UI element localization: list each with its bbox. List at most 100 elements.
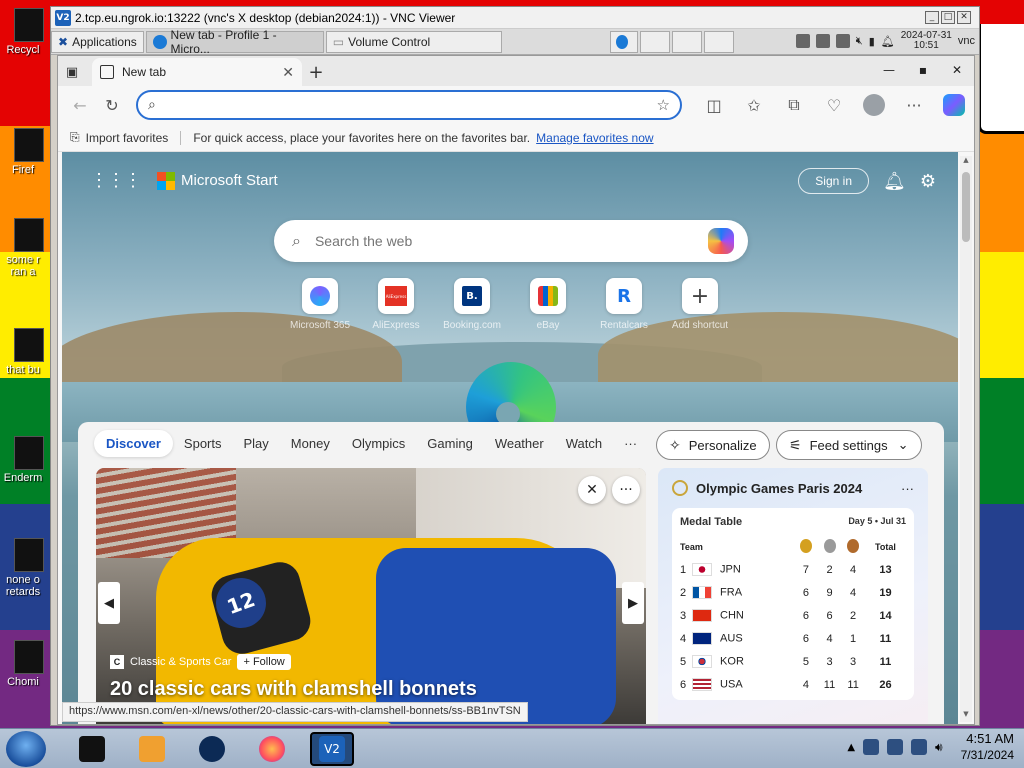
feed-tab-olympics[interactable]: Olympics [341, 430, 416, 457]
table-row[interactable]: 5 KOR 5 3 3 11 [680, 650, 906, 673]
copilot-button[interactable] [934, 90, 974, 120]
scroll-down-arrow-icon[interactable]: ▼ [960, 710, 972, 722]
vnc-close-button[interactable]: ✕ [957, 11, 971, 24]
taskbar-app-1[interactable] [70, 732, 114, 766]
back-button[interactable]: ← [64, 90, 96, 120]
shortcut-ebay[interactable]: eBay [510, 278, 586, 331]
tab-actions-icon[interactable]: ▣ [58, 58, 86, 86]
host-clock[interactable]: 4:51 AM 7/31/2024 [961, 731, 1014, 763]
desktop-icon-file-3[interactable]: none o retards [0, 538, 46, 598]
feed-settings-button[interactable]: ⚟ Feed settings ⌄ [776, 430, 922, 460]
page-scrollbar[interactable]: ▲ ▼ [960, 156, 972, 722]
hero-more-options-icon[interactable]: ··· [612, 476, 640, 504]
feed-tab-play[interactable]: Play [233, 430, 280, 457]
carousel-prev-arrow-icon[interactable]: ◀ [98, 582, 120, 624]
refresh-button[interactable]: ↻ [96, 90, 128, 120]
desktop-icon-firefox[interactable]: Firef [0, 128, 46, 176]
taskbar-app-3[interactable] [190, 732, 234, 766]
table-row[interactable]: 2 FRA 6 9 4 19 [680, 581, 906, 604]
table-row[interactable]: 3 CHN 6 6 2 14 [680, 604, 906, 627]
network-icon[interactable] [795, 34, 810, 48]
remote-task-volume[interactable]: ▭ Volume Control [325, 30, 502, 53]
taskbar-firefox[interactable] [250, 732, 294, 766]
address-bar[interactable]: ⌕ ☆ [136, 90, 682, 120]
remote-user-name[interactable]: vnc [958, 35, 975, 47]
hero-article-card[interactable]: 12 ✕ ··· ◀ ▶ C Classic & Sports Car + Fo… [96, 468, 646, 724]
vnc-titlebar[interactable]: V2 2.tcp.eu.ngrok.io:13222 (vnc's X desk… [51, 7, 979, 29]
show-hidden-icons-icon[interactable]: ▲ [847, 742, 855, 753]
follow-button[interactable]: + Follow [237, 654, 291, 670]
tab-close-icon[interactable]: ✕ [282, 64, 294, 81]
remote-workspace-1[interactable] [639, 30, 670, 53]
address-input[interactable] [163, 97, 657, 113]
ms-start-brand[interactable]: Microsoft Start [181, 172, 278, 189]
feed-tab-sports[interactable]: Sports [173, 430, 233, 457]
hero-source-name[interactable]: Classic & Sports Car [130, 656, 231, 668]
new-tab-button[interactable]: + [302, 58, 330, 86]
feed-tab-more[interactable]: ··· [613, 430, 648, 457]
collections-icon[interactable]: ⧉ [774, 90, 814, 120]
desktop-icon-recycle-bin[interactable]: Recycl [0, 8, 46, 56]
taskbar-media-player[interactable] [130, 732, 174, 766]
taskbar-vnc-viewer[interactable]: V2 [310, 731, 354, 766]
feed-tab-gaming[interactable]: Gaming [416, 430, 484, 457]
feed-tab-watch[interactable]: Watch [555, 430, 613, 457]
web-search-input[interactable] [314, 233, 708, 249]
hero-title[interactable]: 20 classic cars with clamshell bonnets [110, 678, 477, 701]
tray-app-icon[interactable] [863, 739, 880, 755]
shortcut-booking[interactable]: B. Booking.com [434, 278, 510, 331]
favorites-icon[interactable]: ✩ [734, 90, 774, 120]
vnc-minimize-button[interactable]: _ [925, 11, 939, 24]
tab-new-tab[interactable]: New tab ✕ [92, 58, 302, 86]
vnc-maximize-button[interactable]: □ [941, 11, 955, 24]
desktop-icon-file-1[interactable]: some r ran a [0, 218, 46, 278]
olympics-more-options-icon[interactable]: ··· [901, 481, 914, 496]
volume-icon[interactable]: 🔊︎ [935, 740, 943, 755]
display-icon[interactable] [911, 739, 928, 755]
add-favorite-icon[interactable]: ☆ [657, 96, 670, 114]
notifications-bell-icon[interactable]: 🔔︎ [883, 171, 906, 192]
shortcut-microsoft-365[interactable]: Microsoft 365 [282, 278, 358, 331]
table-row[interactable]: 6 USA 4 11 11 26 [680, 673, 906, 696]
remote-workspace-3[interactable] [703, 30, 734, 53]
olympics-card-title[interactable]: Olympic Games Paris 2024 [696, 481, 862, 496]
desktop-icon-chomi[interactable]: Chomi [0, 640, 46, 688]
remote-workspace-2[interactable] [671, 30, 702, 53]
browser-maximize-button[interactable]: ▪ [906, 56, 940, 84]
remote-applications-menu[interactable]: ✖ Applications [51, 30, 144, 53]
settings-more-icon[interactable]: ··· [894, 90, 934, 120]
table-row[interactable]: 1 JPN 7 2 4 13 [680, 558, 906, 581]
scroll-up-arrow-icon[interactable]: ▲ [960, 156, 972, 168]
web-search-box[interactable]: ⌕ [274, 220, 748, 262]
split-screen-icon[interactable]: ◫ [694, 90, 734, 120]
feed-tab-money[interactable]: Money [280, 430, 341, 457]
battery-icon[interactable]: ▮ [869, 35, 875, 48]
table-row[interactable]: 4 AUS 6 4 1 11 [680, 627, 906, 650]
remote-clock[interactable]: 2024-07-31 10:51 [901, 31, 952, 51]
browser-essentials-icon[interactable]: ♡ [814, 90, 854, 120]
hero-dismiss-close-icon[interactable]: ✕ [578, 476, 606, 504]
feed-tab-discover[interactable]: Discover [94, 430, 173, 457]
feed-tab-weather[interactable]: Weather [484, 430, 555, 457]
browser-close-button[interactable]: ✕ [940, 56, 974, 84]
page-settings-gear-icon[interactable]: ⚙ [920, 171, 936, 192]
browser-minimize-button[interactable]: — [872, 56, 906, 84]
medal-table-card[interactable]: Medal Table Day 5 • Jul 31 Team Total 1 … [672, 508, 914, 700]
manage-favorites-link[interactable]: Manage favorites now [536, 131, 653, 145]
carousel-next-arrow-icon[interactable]: ▶ [622, 582, 644, 624]
bell-icon[interactable]: 🔔︎ [881, 35, 895, 48]
start-button[interactable] [6, 730, 46, 767]
shortcut-rentalcars[interactable]: R Rentalcars [586, 278, 662, 331]
remote-task-edge[interactable]: New tab - Profile 1 - Micro... [145, 28, 324, 56]
desktop-icon-file-2[interactable]: that bu [0, 328, 46, 376]
network-icon[interactable] [887, 739, 904, 755]
personalize-button[interactable]: ✧ Personalize [656, 430, 770, 460]
desktop-icon-enderman[interactable]: Enderm [0, 436, 46, 484]
sign-in-button[interactable]: Sign in [798, 168, 869, 194]
profile-button[interactable] [854, 90, 894, 120]
copilot-icon[interactable] [708, 228, 734, 254]
drive-icon[interactable] [835, 34, 850, 48]
remote-launcher-edge[interactable] [609, 30, 638, 53]
add-shortcut-button[interactable]: + Add shortcut [662, 278, 738, 331]
mute-icon[interactable]: 🔇︎ [856, 35, 863, 48]
